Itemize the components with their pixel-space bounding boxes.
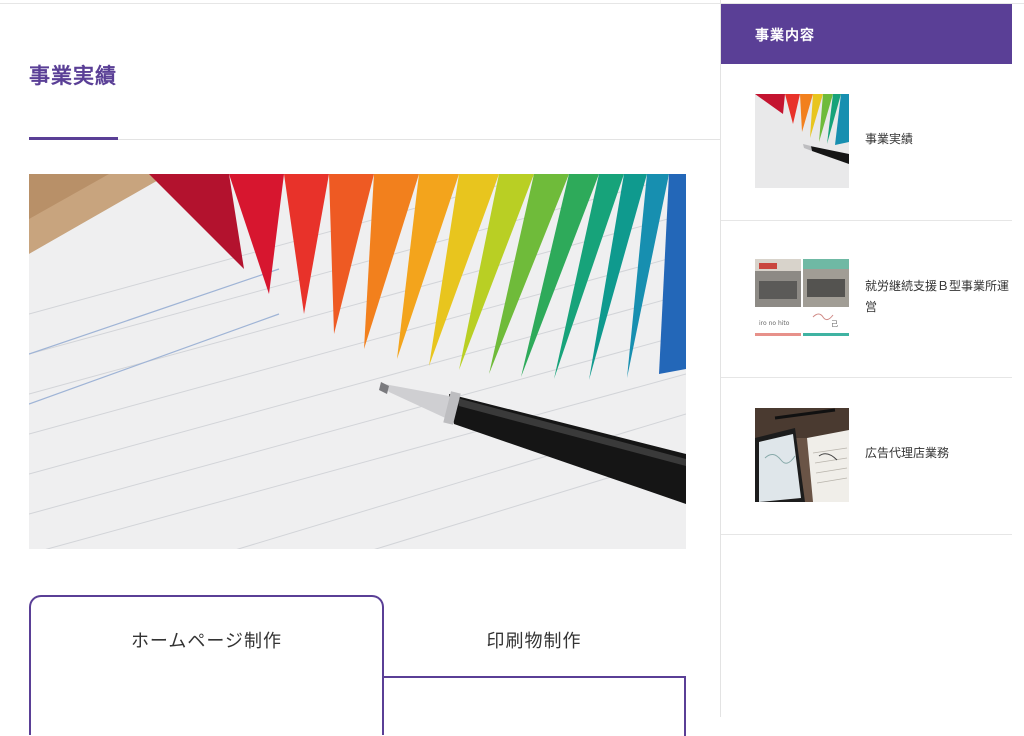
tab-panel-border-top [384,676,686,678]
main-content: 事業実績 ホームページ制作 印刷物制作 [0,0,720,736]
sidebar-item-ad-agency[interactable]: 広告代理店業務 [721,378,1012,535]
tab-homepage-production[interactable]: ホームページ制作 [29,595,384,735]
svg-text:己: 己 [831,320,838,328]
tab-panel-border-right [684,676,686,736]
service-tabs: ホームページ制作 印刷物制作 [29,595,686,736]
sidebar-item-business-results[interactable]: 事業実績 [721,64,1012,221]
sidebar-item-label[interactable]: 広告代理店業務 [865,443,1011,464]
sidebar-item-workshop-operation[interactable]: iro no hito 己 就労継続支援Ｂ型事業所運営 [721,221,1012,378]
sidebar-item-label[interactable]: 就労継続支援Ｂ型事業所運営 [865,276,1011,318]
hero-image [29,174,686,549]
title-accent-bar [29,137,118,140]
tab-print-production[interactable]: 印刷物制作 [384,595,684,677]
page-title: 事業実績 [29,64,117,88]
sidebar-heading: 事業内容 [721,4,1012,64]
office-thumbnail[interactable]: iro no hito 己 [755,259,849,353]
color-fan-thumbnail[interactable] [755,94,849,188]
tablet-thumbnail[interactable] [755,408,849,502]
sidebar: 事業内容 事業実績 iro no hito 己 就労継続支援Ｂ型事業所運営 広告… [720,0,1012,717]
sidebar-item-label[interactable]: 事業実績 [865,129,1011,150]
title-divider [29,139,720,140]
svg-text:iro no hito: iro no hito [759,320,790,327]
